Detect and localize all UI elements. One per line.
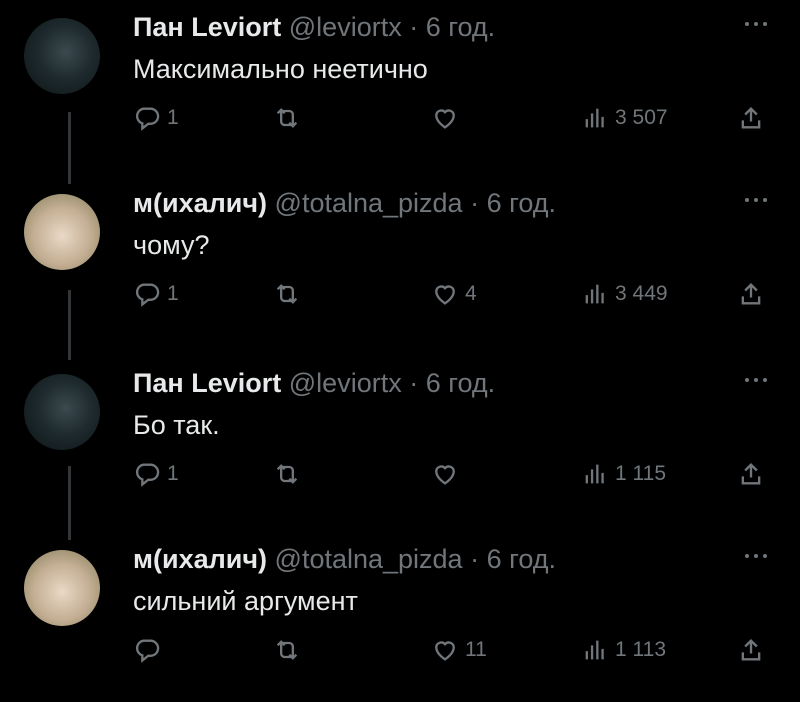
author-handle[interactable]: @leviortx (289, 368, 402, 398)
tweet[interactable]: Пан Leviort @leviortx · 6 год. Бо так. 1… (0, 356, 800, 526)
share-button[interactable] (737, 274, 765, 314)
like-button[interactable]: 11 (431, 630, 487, 670)
share-icon (741, 463, 761, 485)
retweet-icon (276, 284, 298, 304)
retweet-button[interactable] (273, 630, 307, 670)
tweet-text: Бо так. (133, 410, 220, 440)
share-button[interactable] (737, 630, 765, 670)
tweet-actions: 1 4 3 449 (133, 274, 783, 314)
separator-dot: · (409, 12, 419, 42)
views-count: 1 115 (615, 462, 666, 485)
more-dots-icon[interactable] (740, 546, 772, 566)
share-icon (741, 107, 761, 129)
like-count: 11 (465, 638, 487, 661)
views-count: 3 507 (615, 106, 668, 129)
author-name[interactable]: м(ихалич) (133, 188, 267, 218)
views-count: 3 449 (615, 282, 668, 305)
timestamp[interactable]: 6 год. (487, 544, 556, 574)
avatar[interactable] (24, 374, 100, 450)
reply-count: 1 (167, 282, 179, 305)
separator-dot: · (409, 368, 419, 398)
heart-icon (435, 465, 455, 485)
heart-icon (435, 109, 455, 129)
retweet-icon (276, 108, 298, 128)
share-icon (741, 639, 761, 661)
reply-icon (135, 463, 160, 487)
more-dots-icon[interactable] (740, 14, 772, 34)
share-button[interactable] (737, 454, 765, 494)
separator-dot: · (470, 544, 480, 574)
reply-icon (135, 283, 160, 307)
share-icon (741, 283, 761, 305)
timestamp[interactable]: 6 год. (487, 188, 556, 218)
reply-button[interactable]: 1 (133, 274, 179, 314)
reply-icon (135, 107, 160, 131)
retweet-button[interactable] (273, 454, 307, 494)
tweet-header: Пан Leviort @leviortx · 6 год. (133, 12, 495, 43)
timestamp[interactable]: 6 год. (426, 12, 495, 42)
tweet-text: Максимально неетично (133, 54, 428, 84)
heart-icon (435, 285, 455, 305)
timestamp[interactable]: 6 год. (426, 368, 495, 398)
views-count: 1 113 (615, 638, 666, 661)
author-handle[interactable]: @totalna_pizda (275, 544, 463, 574)
reply-count: 1 (167, 106, 179, 129)
like-button[interactable] (431, 454, 465, 494)
tweet-actions: 1 3 507 (133, 98, 783, 138)
author-name[interactable]: м(ихалич) (133, 544, 267, 574)
retweet-button[interactable] (273, 98, 307, 138)
tweet-actions: 11 1 113 (133, 630, 783, 670)
reply-count: 1 (167, 462, 179, 485)
share-button[interactable] (737, 98, 765, 138)
views-chart-icon (585, 108, 604, 128)
views-chart-icon (585, 640, 604, 660)
views-chart-icon (585, 464, 604, 484)
reply-button[interactable] (133, 630, 167, 670)
tweet[interactable]: м(ихалич) @totalna_pizda · 6 год. чому? … (0, 176, 800, 346)
views-button[interactable]: 3 507 (581, 98, 668, 138)
views-button[interactable]: 1 113 (581, 630, 666, 670)
retweet-button[interactable] (273, 274, 307, 314)
avatar[interactable] (24, 194, 100, 270)
reply-icon (135, 639, 160, 663)
retweet-icon (276, 640, 298, 660)
author-handle[interactable]: @leviortx (289, 12, 402, 42)
tweet-text: чому? (133, 230, 210, 260)
reply-button[interactable]: 1 (133, 454, 179, 494)
more-dots-icon[interactable] (740, 190, 772, 210)
more-dots-icon[interactable] (740, 370, 772, 390)
author-name[interactable]: Пан Leviort (133, 12, 281, 42)
tweet-text: сильний аргумент (133, 586, 358, 616)
views-chart-icon (585, 284, 604, 304)
tweet-actions: 1 1 115 (133, 454, 783, 494)
heart-icon (435, 641, 455, 661)
author-handle[interactable]: @totalna_pizda (275, 188, 463, 218)
like-button[interactable] (431, 98, 465, 138)
avatar[interactable] (24, 18, 100, 94)
like-count: 4 (465, 282, 477, 305)
like-button[interactable]: 4 (431, 274, 477, 314)
tweet-header: м(ихалич) @totalna_pizda · 6 год. (133, 544, 556, 575)
tweet-header: Пан Leviort @leviortx · 6 год. (133, 368, 495, 399)
author-name[interactable]: Пан Leviort (133, 368, 281, 398)
views-button[interactable]: 1 115 (581, 454, 666, 494)
separator-dot: · (470, 188, 480, 218)
tweet-header: м(ихалич) @totalna_pizda · 6 год. (133, 188, 556, 219)
avatar[interactable] (24, 550, 100, 626)
tweet[interactable]: Пан Leviort @leviortx · 6 год. Максималь… (0, 0, 800, 170)
views-button[interactable]: 3 449 (581, 274, 668, 314)
tweet[interactable]: м(ихалич) @totalna_pizda · 6 год. сильни… (0, 532, 800, 702)
retweet-icon (276, 464, 298, 484)
reply-button[interactable]: 1 (133, 98, 179, 138)
